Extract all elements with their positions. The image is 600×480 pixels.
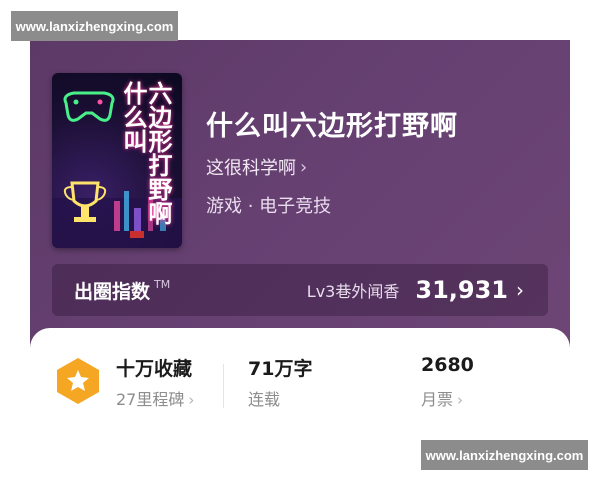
book-card: 六边形打野啊什么叫 什么叫六边形打野啊 这很科学啊 › 游戏 · 电子竞技 出圈… [30,40,570,470]
chevron-right-icon: › [188,391,195,409]
popularity-index-bar[interactable]: 出圈指数 TM Lv3巷外闻香 31,931 › [52,264,548,316]
milestone-label: 27里程碑 [116,390,185,409]
author-name: 这很科学啊 [206,158,296,179]
book-title: 什么叫六边形打野啊 [206,111,458,142]
chevron-right-icon: › [516,278,524,302]
cover-title-text: 六边形打野啊什么叫 [119,81,172,225]
index-value: 31,931 [415,276,508,304]
watermark-bottom: www.lanxizhengxing.com [421,440,588,470]
stats-divider [223,364,224,408]
chevron-right-icon: › [457,391,464,409]
favorites-value: 十万收藏 [116,358,193,380]
book-category: 游戏 · 电子竞技 [206,196,332,217]
serial-status: 连载 [248,390,281,409]
monthly-votes-label: 月票 [421,390,454,409]
trademark-mark: TM [154,278,171,291]
book-cover-image[interactable]: 六边形打野啊什么叫 [52,73,182,248]
monthly-votes-value: 2680 [421,354,474,376]
chevron-right-icon: › [300,156,308,178]
index-level: Lv3巷外闻香 [306,282,400,301]
monthly-votes-link[interactable]: 月票 › [421,386,463,410]
index-label: 出圈指数 [74,280,151,303]
author-link[interactable]: 这很科学啊 › [206,154,307,180]
watermark-top: www.lanxizhengxing.com [11,11,178,41]
milestone-link[interactable]: 27里程碑 › [116,386,194,410]
star-badge-icon [57,358,99,404]
word-count-value: 71万字 [248,358,313,380]
